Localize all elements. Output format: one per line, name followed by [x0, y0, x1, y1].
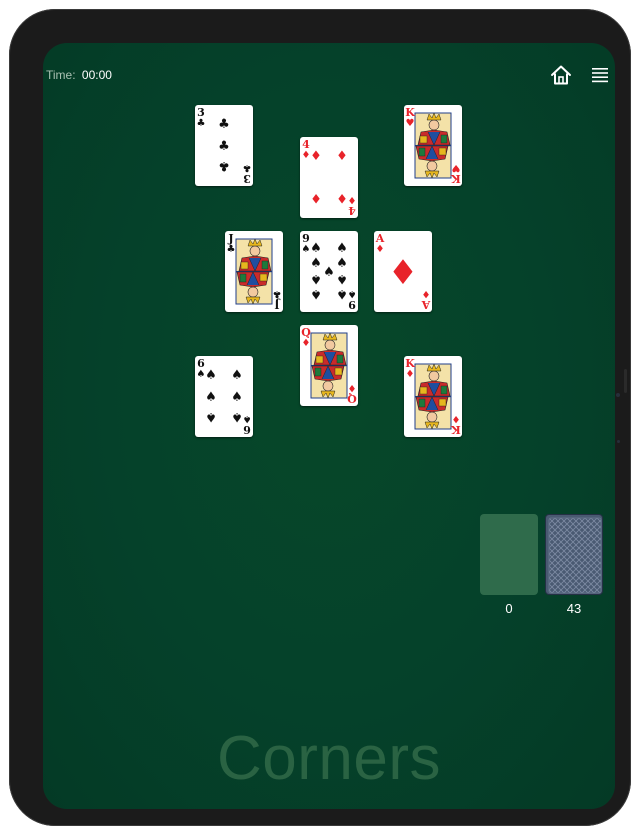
card-pip: ♠	[336, 286, 348, 301]
card-pip: ♠	[336, 241, 348, 256]
waste-count: 0	[505, 601, 513, 616]
card-suit-label: ♦	[302, 338, 311, 349]
card-pip: ♣	[218, 139, 230, 154]
side-button	[624, 369, 627, 393]
card-suit-label: ♠	[197, 369, 206, 380]
game-board: Time: 00:00 ♣ ♣ ♣ 3 ♣ 3 ♣ ♦ ♦ ♦ ♦ 4 ♦ 4 ♦ K ♥ K ♥ J ♣ J ♣ ♠ ♠ ♠ ♠ ♠…	[43, 43, 615, 809]
timer-value: 00:00	[81, 68, 112, 82]
card-suit-label: ♣	[197, 118, 206, 129]
card-pip: ♠	[310, 256, 322, 271]
card-suit-label: ♦	[406, 369, 415, 380]
card-pip: ♠	[310, 286, 322, 301]
card-pip: ♠	[205, 368, 217, 383]
court-figure	[235, 238, 273, 305]
card-pip: ♠	[310, 241, 322, 256]
card-pip: ♣	[218, 158, 230, 173]
home-icon	[551, 65, 571, 85]
court-figure	[310, 332, 348, 399]
card-suit-label: ♥	[406, 118, 415, 129]
card-pip: ♦	[336, 149, 348, 164]
card-pip: ♦	[310, 190, 322, 205]
card-suit-label: ♣	[243, 162, 252, 173]
card-face: ♣♣♣3♣3♣	[197, 106, 252, 185]
card-suit-label: ♦	[376, 244, 385, 255]
card-suit-label: ♦	[302, 150, 311, 161]
card-pip: ♣	[218, 117, 230, 132]
card-k-hearts[interactable]: K ♥ K ♥	[404, 105, 462, 186]
card-a-diamonds[interactable]: ♦ A ♦ A ♦	[374, 231, 432, 312]
card-pip: ♠	[336, 256, 348, 271]
card-suit-label: ♥	[451, 162, 460, 173]
card-9-spades[interactable]: ♠ ♠ ♠ ♠ ♠ ♠ ♠ ♠ ♠ 9 ♠ 9 ♠	[300, 231, 358, 312]
card-6-spades[interactable]: ♠ ♠ ♠ ♠ ♠ ♠ 6 ♠ 6 ♠	[195, 356, 253, 437]
stock-pile[interactable]	[545, 514, 603, 595]
card-face: ♠ ♠♠ ♠♠♠ ♠♠ ♠9♠9♠	[302, 232, 357, 311]
card-face: ♦ ♦♦ ♦4♦4♦	[302, 138, 357, 217]
hamburger-menu-icon	[592, 68, 608, 83]
sensor-dot	[617, 440, 620, 443]
stock-count: 43	[566, 601, 582, 616]
card-q-diamonds[interactable]: Q ♦ Q ♦	[300, 325, 358, 406]
card-pip: ♦	[310, 149, 322, 164]
card-face: ♠ ♠♠ ♠♠ ♠6♠6♠	[197, 357, 252, 436]
tablet-frame: Time: 00:00 ♣ ♣ ♣ 3 ♣ 3 ♣ ♦ ♦ ♦ ♦ 4 ♦ 4 ♦ K ♥ K ♥ J ♣ J ♣ ♠ ♠ ♠ ♠ ♠…	[9, 9, 631, 826]
card-pip: ♦	[388, 253, 418, 293]
card-back-pattern	[548, 517, 602, 594]
menu-button[interactable]	[591, 66, 609, 84]
timer: Time: 00:00	[46, 68, 112, 82]
card-face: Q♦Q♦	[301, 326, 357, 405]
card-suit-label: ♠	[302, 244, 311, 255]
card-pip: ♠	[205, 390, 217, 405]
card-pip: ♦	[336, 190, 348, 205]
card-suit-label: ♦	[348, 194, 357, 205]
court-figure	[414, 363, 452, 430]
card-pip: ♠	[336, 271, 348, 286]
card-suit-label: ♠	[348, 288, 357, 299]
card-j-clubs[interactable]: J ♣ J ♣	[225, 231, 283, 312]
card-3-clubs[interactable]: ♣ ♣ ♣ 3 ♣ 3 ♣	[195, 105, 253, 186]
card-suit-label: ♦	[422, 288, 431, 299]
home-button[interactable]	[550, 64, 572, 86]
card-pip: ♠	[231, 390, 243, 405]
card-suit-label: ♦	[348, 382, 357, 393]
waste-pile[interactable]	[480, 514, 538, 595]
card-suit-label: ♠	[243, 413, 252, 424]
card-k-diamonds[interactable]: K ♦ K ♦	[404, 356, 462, 437]
card-pip: ♠	[310, 271, 322, 286]
card-pip: ♠	[323, 265, 335, 280]
card-suit-label: ♣	[227, 244, 236, 255]
game-title: Corners	[216, 724, 441, 793]
camera-dot	[616, 393, 620, 397]
card-4-diamonds[interactable]: ♦ ♦ ♦ ♦ 4 ♦ 4 ♦	[300, 137, 358, 218]
card-face: K♦K♦	[405, 357, 461, 436]
card-suit-label: ♦	[452, 413, 461, 424]
card-suit-label: ♣	[273, 288, 282, 299]
card-face: ♦A♦A♦	[375, 232, 432, 311]
card-face: K♥K♥	[405, 106, 461, 185]
timer-label: Time:	[46, 68, 76, 82]
card-pip: ♠	[231, 409, 243, 424]
card-face: J♣J♣	[227, 232, 282, 311]
card-pip: ♠	[231, 368, 243, 383]
court-figure	[414, 112, 452, 179]
card-pip: ♠	[205, 409, 217, 424]
